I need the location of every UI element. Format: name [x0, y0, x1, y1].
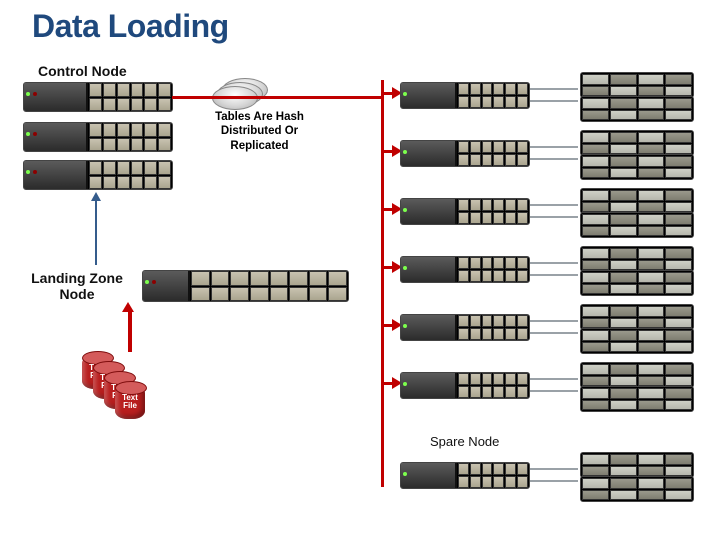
storage-shelf-1b	[580, 96, 694, 122]
spare-node	[400, 462, 530, 489]
storage-shelf-4b	[580, 270, 694, 296]
server-control-node	[23, 82, 173, 112]
storage-shelf-4a	[580, 246, 694, 272]
disk-stack-icon	[212, 68, 272, 108]
storage-shelf-6b	[580, 386, 694, 412]
storage-shelf-5b	[580, 328, 694, 354]
storage-shelf-spare-a	[580, 452, 694, 478]
storage-shelf-spare-b	[580, 476, 694, 502]
server-landing-zone	[142, 270, 349, 302]
distribution-bus-vertical	[381, 80, 384, 487]
compute-node-4	[400, 256, 530, 283]
compute-node-3	[400, 198, 530, 225]
storage-shelf-5a	[580, 304, 694, 330]
link-2	[530, 146, 578, 160]
server-control-backup-1	[23, 122, 173, 152]
link-1	[530, 88, 578, 102]
compute-node-1	[400, 82, 530, 109]
link-6	[530, 378, 578, 392]
label-control-node: Control Node	[38, 63, 127, 79]
page-title: Data Loading	[32, 8, 229, 45]
link-4	[530, 262, 578, 276]
server-control-backup-2	[23, 160, 173, 190]
datafile-cylinder-4: Text File	[115, 385, 145, 419]
storage-shelf-3a	[580, 188, 694, 214]
link-5	[530, 320, 578, 334]
caption-line-3: Replicated	[230, 140, 288, 152]
storage-shelf-6a	[580, 362, 694, 388]
arrow-landing-to-control	[95, 200, 97, 265]
compute-node-6	[400, 372, 530, 399]
caption-line-2: Distributed Or	[221, 125, 298, 137]
link-3	[530, 204, 578, 218]
distribution-bus-from-control	[172, 96, 384, 99]
label-landing-zone: Landing ZoneNode	[22, 270, 132, 302]
storage-shelf-3b	[580, 212, 694, 238]
compute-node-5	[400, 314, 530, 341]
caption-line-1: Tables Are Hash	[215, 111, 304, 123]
arrow-files-to-landing-head	[122, 302, 134, 312]
compute-node-2	[400, 140, 530, 167]
arrow-files-to-landing-stem	[128, 310, 132, 352]
link-spare	[530, 468, 578, 482]
label-spare-node: Spare Node	[430, 435, 499, 450]
storage-shelf-2b	[580, 154, 694, 180]
storage-shelf-2a	[580, 130, 694, 156]
distribution-caption: Tables Are Hash Distributed Or Replicate…	[202, 110, 317, 153]
storage-shelf-1a	[580, 72, 694, 98]
